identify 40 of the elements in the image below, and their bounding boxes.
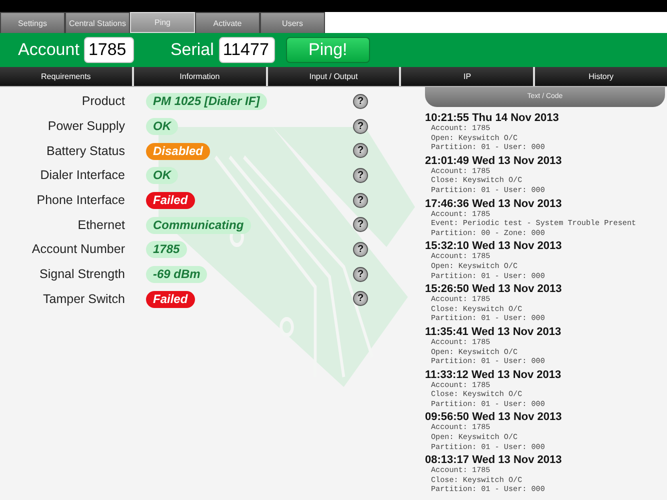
section-tab[interactable]: Requirements (0, 67, 134, 86)
status-value: PM 1025 [Dialer IF] (146, 93, 267, 110)
section-tab[interactable]: Input / Output (268, 67, 402, 86)
status-value: Communicating (146, 216, 251, 234)
field-label: Account Number (30, 242, 125, 256)
help-button[interactable]: ? (353, 94, 368, 109)
section-tab[interactable]: Information (134, 67, 268, 86)
field-label: Product (80, 94, 125, 108)
event-time: 17:46:36 Wed 13 Nov 2013 (425, 196, 563, 210)
help-button[interactable]: ? (353, 217, 368, 232)
account-label: Account (18, 40, 80, 60)
field-label: Dialer Interface (39, 168, 125, 182)
status-value: 1785 (146, 241, 187, 258)
tab[interactable]: Central Stations (65, 12, 130, 33)
serial-field[interactable]: 11477 (218, 37, 275, 63)
event-time: 11:35:41 Wed 13 Nov 2013 (425, 324, 562, 338)
status-value: OK (146, 167, 178, 184)
event-time: 09:56:50 Wed 13 Nov 2013 (425, 410, 563, 424)
status-value: Failed (146, 290, 195, 308)
event-time: 10:21:55 Thu 14 Nov 2013 (425, 111, 560, 124)
event-time: 08:13:17 Wed 13 Nov 2013 (425, 453, 563, 466)
event-time: 21:01:49 Wed 13 Nov 2013 (425, 154, 563, 168)
event-time: 15:26:50 Wed 13 Nov 2013 (425, 282, 563, 296)
status-value: OK (146, 118, 178, 136)
account-field[interactable]: 1785 (84, 37, 134, 63)
field-label: Signal Strength (38, 267, 125, 282)
status-value: Disabled (146, 142, 210, 160)
help-button[interactable]: ? (353, 118, 368, 134)
field-label: Phone Interface (36, 193, 125, 208)
field-label: Tamper Switch (42, 292, 125, 306)
event-time: 15:32:10 Wed 13 Nov 2013 (425, 239, 563, 252)
field-label: Ethernet (76, 218, 125, 232)
status-value: Failed (146, 192, 195, 210)
event-time: 11:33:12 Wed 13 Nov 2013 (425, 368, 562, 382)
section-tab[interactable]: IP (401, 67, 536, 86)
section-tab[interactable]: History (535, 67, 667, 86)
field-label: Power Supply (46, 119, 125, 134)
field-label: Battery Status (45, 144, 125, 158)
status-value: -69 dBm (146, 266, 208, 284)
serial-label: Serial (170, 40, 214, 60)
